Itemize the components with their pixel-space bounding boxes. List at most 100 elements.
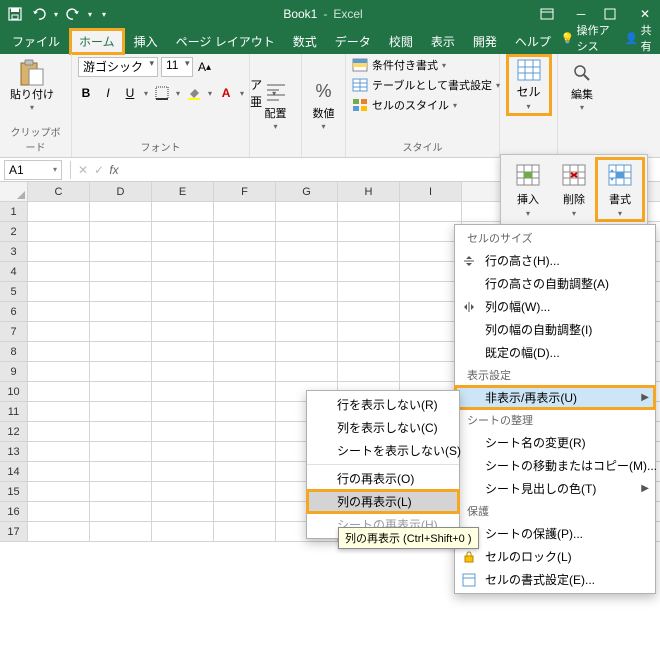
cell[interactable] <box>28 482 90 501</box>
alignment-button[interactable]: 配置 ▾ <box>258 76 294 133</box>
cell[interactable] <box>152 262 214 281</box>
menu-format-cells-dialog[interactable]: セルの書式設定(E)... <box>455 568 655 591</box>
submenu-hide-cols[interactable]: 列を表示しない(C) <box>307 416 459 439</box>
cell[interactable] <box>214 342 276 361</box>
tab-page-layout[interactable]: ページ レイアウト <box>168 30 283 54</box>
cell[interactable] <box>28 202 90 221</box>
cell[interactable] <box>276 342 338 361</box>
cell[interactable] <box>214 362 276 381</box>
font-size-select[interactable]: 11 <box>161 57 193 77</box>
submenu-hide-rows[interactable]: 行を表示しない(R) <box>307 393 459 416</box>
undo-dropdown-icon[interactable]: ▾ <box>54 10 58 19</box>
cell[interactable] <box>276 302 338 321</box>
cell[interactable] <box>90 442 152 461</box>
cell[interactable] <box>276 362 338 381</box>
cell[interactable] <box>214 482 276 501</box>
menu-default-width[interactable]: 既定の幅(D)... <box>455 341 655 364</box>
close-icon[interactable]: ✕ <box>636 7 654 21</box>
col-header[interactable]: H <box>338 182 400 201</box>
cell[interactable] <box>90 282 152 301</box>
cell[interactable] <box>214 302 276 321</box>
submenu-unhide-rows[interactable]: 行の再表示(O) <box>307 467 459 490</box>
submenu-unhide-cols[interactable]: 列の再表示(L) <box>307 490 459 513</box>
cell[interactable] <box>214 522 276 541</box>
cell[interactable] <box>214 502 276 521</box>
menu-hide-unhide[interactable]: 非表示/再表示(U)▶ <box>455 386 655 409</box>
cell[interactable] <box>338 302 400 321</box>
cell[interactable] <box>152 362 214 381</box>
row-header[interactable]: 13 <box>0 442 28 461</box>
grow-font-icon[interactable]: A▴ <box>196 59 212 75</box>
cell[interactable] <box>214 262 276 281</box>
tab-help[interactable]: ヘルプ <box>507 30 559 54</box>
row-header[interactable]: 6 <box>0 302 28 321</box>
cell[interactable] <box>90 422 152 441</box>
ribbon-display-options-icon[interactable] <box>540 8 558 20</box>
cell[interactable] <box>28 462 90 481</box>
cell[interactable] <box>90 502 152 521</box>
redo-icon[interactable] <box>64 5 82 23</box>
row-header[interactable]: 7 <box>0 322 28 341</box>
cell[interactable] <box>90 222 152 241</box>
row-header[interactable]: 12 <box>0 422 28 441</box>
row-header[interactable]: 15 <box>0 482 28 501</box>
tab-data[interactable]: データ <box>327 30 379 54</box>
cell[interactable] <box>90 302 152 321</box>
cell[interactable] <box>90 342 152 361</box>
cell[interactable] <box>338 282 400 301</box>
save-icon[interactable] <box>6 5 24 23</box>
maximize-icon[interactable] <box>604 8 622 20</box>
row-header[interactable]: 14 <box>0 462 28 481</box>
cell[interactable] <box>338 202 400 221</box>
cell[interactable] <box>90 362 152 381</box>
col-header[interactable]: F <box>214 182 276 201</box>
menu-rename-sheet[interactable]: シート名の変更(R) <box>455 431 655 454</box>
undo-icon[interactable] <box>30 5 48 23</box>
cell[interactable] <box>400 302 462 321</box>
tab-insert[interactable]: 挿入 <box>126 30 166 54</box>
paste-button[interactable]: 貼り付け ▾ <box>6 57 58 114</box>
row-header[interactable]: 2 <box>0 222 28 241</box>
format-cells-button[interactable]: 書式▾ <box>597 159 643 220</box>
cell[interactable] <box>152 342 214 361</box>
cell[interactable] <box>90 262 152 281</box>
cell[interactable] <box>214 422 276 441</box>
menu-tab-color[interactable]: シート見出しの色(T)▶ <box>455 477 655 500</box>
share-button[interactable]: 👤 共有 <box>625 22 656 54</box>
col-header[interactable]: D <box>90 182 152 201</box>
underline-button[interactable]: U <box>122 85 138 101</box>
cell[interactable] <box>28 382 90 401</box>
cell[interactable] <box>214 402 276 421</box>
cell[interactable] <box>28 282 90 301</box>
cell[interactable] <box>400 202 462 221</box>
fx-icon[interactable]: fx <box>107 163 121 177</box>
menu-autofit-col[interactable]: 列の幅の自動調整(I) <box>455 318 655 341</box>
tab-home[interactable]: ホーム <box>70 29 124 54</box>
cell[interactable] <box>338 362 400 381</box>
cell[interactable] <box>276 242 338 261</box>
cell[interactable] <box>152 222 214 241</box>
italic-button[interactable]: I <box>100 85 116 101</box>
menu-col-width[interactable]: 列の幅(W)... <box>455 295 655 318</box>
cell[interactable] <box>28 322 90 341</box>
cell[interactable] <box>276 262 338 281</box>
cell-styles-button[interactable]: セルのスタイル ▾ <box>352 97 500 113</box>
minimize-icon[interactable]: ─ <box>572 7 590 21</box>
cell[interactable] <box>152 282 214 301</box>
cell[interactable] <box>400 262 462 281</box>
insert-cells-button[interactable]: 挿入▾ <box>505 159 551 220</box>
format-as-table-button[interactable]: テーブルとして書式設定 ▾ <box>352 77 500 93</box>
cell[interactable] <box>90 462 152 481</box>
menu-autofit-row[interactable]: 行の高さの自動調整(A) <box>455 272 655 295</box>
cell[interactable] <box>28 262 90 281</box>
cell[interactable] <box>152 322 214 341</box>
row-header[interactable]: 5 <box>0 282 28 301</box>
font-name-select[interactable]: 游ゴシック <box>78 57 158 77</box>
cell[interactable] <box>400 222 462 241</box>
row-header[interactable]: 10 <box>0 382 28 401</box>
border-icon[interactable] <box>154 85 170 101</box>
col-header[interactable]: C <box>28 182 90 201</box>
cell[interactable] <box>214 322 276 341</box>
cell[interactable] <box>214 442 276 461</box>
cell[interactable] <box>152 422 214 441</box>
